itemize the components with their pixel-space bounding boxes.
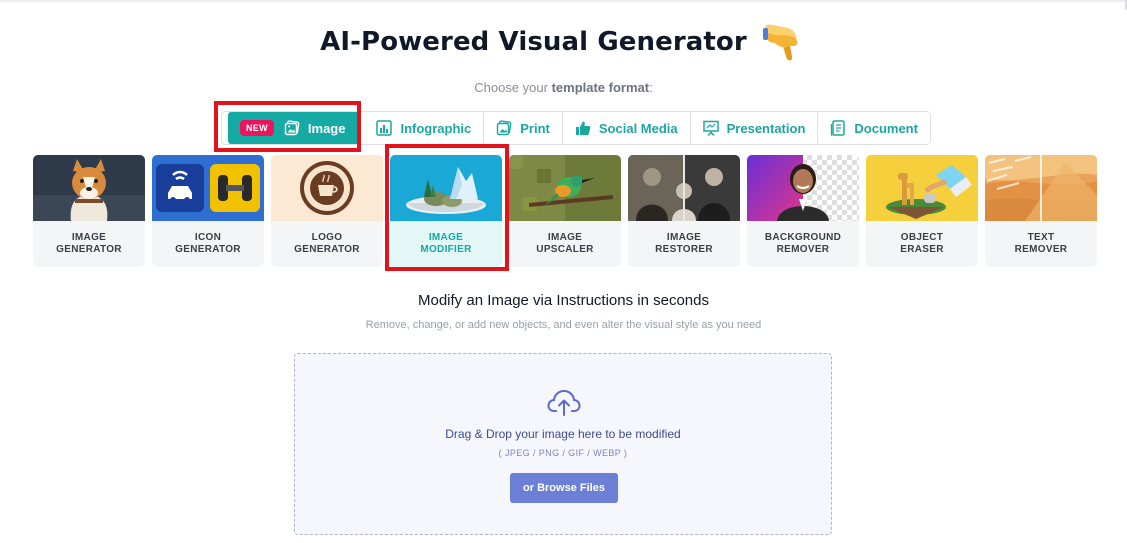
- tab-print-label: Print: [520, 120, 550, 136]
- desert-dune-thumbnail: [985, 155, 1097, 221]
- tab-infographic-label: Infographic: [400, 120, 472, 136]
- tool-card-logo-generator[interactable]: LOGO GENERATOR: [271, 155, 383, 267]
- tab-infographic[interactable]: Infographic: [360, 112, 485, 144]
- tool-card-line1: IMAGE: [71, 232, 107, 243]
- tab-presentation[interactable]: Presentation: [691, 112, 819, 144]
- subtitle-prefix: Choose your: [474, 80, 552, 95]
- tool-card-line1: IMAGE: [547, 232, 583, 243]
- tab-document[interactable]: Document: [818, 112, 930, 144]
- tool-card-line1: BACKGROUND: [764, 232, 842, 243]
- tool-card-line2: GENERATOR: [56, 244, 122, 255]
- tool-card-label: LOGO GENERATOR: [271, 221, 383, 267]
- presentation-icon: [702, 120, 719, 136]
- header: AI-Powered Visual Generator: [0, 14, 1127, 70]
- cloud-upload-icon: [547, 389, 581, 417]
- accepted-formats: ( JPEG / PNG / GIF / WEBP ): [498, 448, 628, 458]
- top-border: [0, 0, 1127, 10]
- tool-card-label: BACKGROUND REMOVER: [747, 221, 859, 267]
- tab-social-media-label: Social Media: [598, 120, 678, 136]
- tool-card-object-eraser[interactable]: OBJECT ERASER: [866, 155, 978, 267]
- print-icon: [496, 120, 512, 136]
- tab-print[interactable]: Print: [484, 112, 563, 144]
- tool-card-text-remover[interactable]: TEXT REMOVER: [985, 155, 1097, 267]
- drop-instructions: Drag & Drop your image here to be modifi…: [445, 427, 681, 441]
- tool-card-label: IMAGE GENERATOR: [33, 221, 145, 267]
- tool-card-line2: UPSCALER: [536, 244, 594, 255]
- tool-card-background-remover[interactable]: BACKGROUND REMOVER: [747, 155, 859, 267]
- tab-presentation-label: Presentation: [726, 120, 806, 136]
- tool-card-image-generator[interactable]: IMAGE GENERATOR: [33, 155, 145, 267]
- bar-chart-icon: [376, 120, 393, 136]
- browse-files-button[interactable]: or Browse Files: [510, 473, 618, 503]
- tool-card-line2: GENERATOR: [175, 244, 241, 255]
- tool-card-line1: OBJECT: [900, 232, 944, 243]
- icons-thumbnail: [152, 155, 264, 221]
- tool-card-image-upscaler[interactable]: IMAGE UPSCALER: [509, 155, 621, 267]
- tab-document-label: Document: [854, 120, 918, 136]
- tool-card-line1: TEXT: [1027, 232, 1055, 243]
- format-tabs: NEW Image Infographic Print Social Media…: [221, 111, 931, 145]
- thumbs-up-icon: [575, 120, 591, 136]
- template-format-prompt: Choose your template format:: [0, 80, 1127, 95]
- tool-card-label: ICON GENERATOR: [152, 221, 264, 267]
- page-title: AI-Powered Visual Generator: [320, 27, 747, 57]
- subtitle-suffix: :: [649, 80, 653, 95]
- tool-card-label: IMAGE UPSCALER: [509, 221, 621, 267]
- upload-dropzone[interactable]: Drag & Drop your image here to be modifi…: [294, 353, 832, 535]
- tool-card-image-modifier[interactable]: IMAGE MODIFIER: [390, 155, 502, 267]
- tab-image[interactable]: NEW Image: [228, 112, 361, 144]
- tool-card-line1: ICON: [194, 232, 222, 243]
- tool-card-label: IMAGE RESTORER: [628, 221, 740, 267]
- tab-social-media[interactable]: Social Media: [563, 112, 691, 144]
- tool-card-line1: IMAGE: [428, 232, 464, 243]
- corgi-thumbnail: [33, 155, 145, 221]
- new-badge: NEW: [240, 120, 274, 136]
- section-heading: Modify an Image via Instructions in seco…: [418, 292, 709, 309]
- bird-thumbnail: [509, 155, 621, 221]
- tab-image-label: Image: [307, 120, 346, 136]
- tool-card-label: IMAGE MODIFIER: [390, 221, 502, 267]
- tool-card-icon-generator[interactable]: ICON GENERATOR: [152, 155, 264, 267]
- section-description: Remove, change, or add new objects, and …: [365, 319, 762, 331]
- portrait-thumbnail: [747, 155, 859, 221]
- tool-card-line2: RESTORER: [655, 244, 713, 255]
- glacier-bowl-thumbnail: [390, 155, 502, 221]
- coffee-logo-thumbnail: [271, 155, 383, 221]
- tool-card-line2: ERASER: [900, 244, 944, 255]
- old-photo-thumbnail: [628, 155, 740, 221]
- pointing-hand-icon: [761, 19, 807, 65]
- tool-card-line2: MODIFIER: [420, 244, 472, 255]
- tool-card-line1: LOGO: [311, 232, 343, 243]
- giraffe-island-thumbnail: [866, 155, 978, 221]
- tool-card-line2: GENERATOR: [294, 244, 360, 255]
- image-icon: [284, 120, 300, 136]
- tool-card-label: OBJECT ERASER: [866, 221, 978, 267]
- tool-card-line2: REMOVER: [1014, 244, 1068, 255]
- tool-card-line1: IMAGE: [666, 232, 702, 243]
- subtitle-bold: template format: [551, 80, 650, 95]
- tool-cards: IMAGE GENERATOR ICON GENERATOR LOGO GENE…: [33, 155, 1097, 267]
- tool-card-label: TEXT REMOVER: [985, 221, 1097, 267]
- tool-card-image-restorer[interactable]: IMAGE RESTORER: [628, 155, 740, 267]
- tool-card-line2: REMOVER: [776, 244, 830, 255]
- document-icon: [830, 120, 846, 136]
